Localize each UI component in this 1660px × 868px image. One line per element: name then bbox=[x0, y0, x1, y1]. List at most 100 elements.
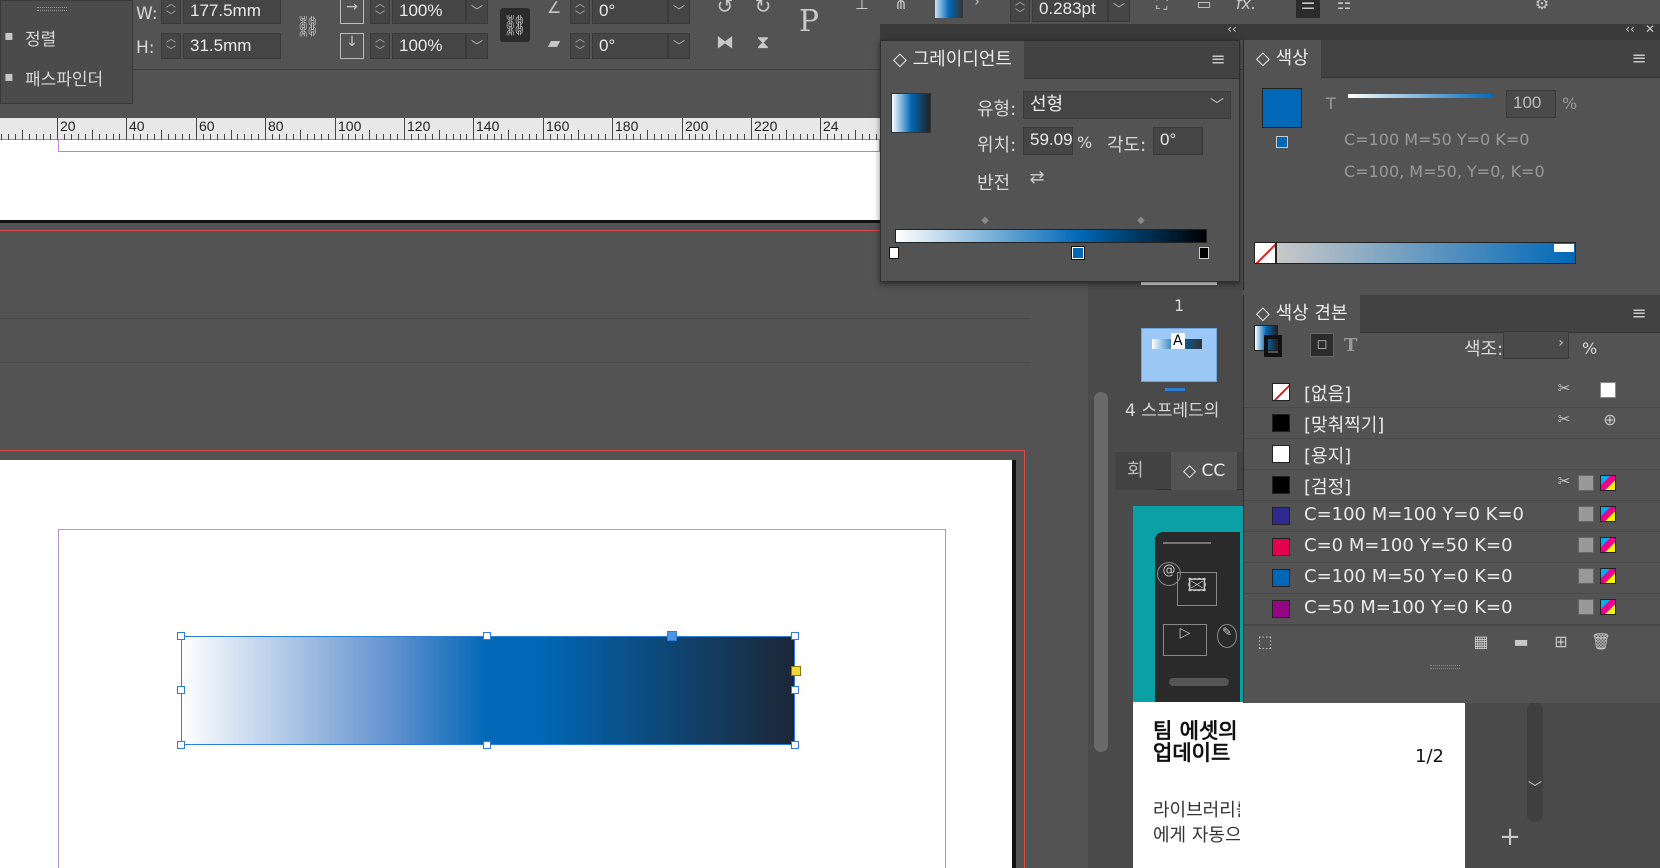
tint-slider[interactable] bbox=[1348, 94, 1494, 98]
flip-horizontal-icon[interactable]: ⧓ bbox=[712, 32, 738, 58]
rotate-dropdown[interactable]: ﹀ bbox=[668, 0, 690, 24]
gradient-preview-swatch[interactable] bbox=[891, 93, 931, 133]
align-panel-label[interactable]: 정렬 bbox=[25, 25, 56, 50]
horizontal-ruler[interactable]: 20 40 60 80 100 120 140 160 180 200 220 24 bbox=[0, 118, 880, 140]
reference-point-p-icon[interactable]: P bbox=[792, 4, 826, 44]
location-field[interactable]: 59.09 bbox=[1023, 127, 1073, 155]
folder-icon[interactable]: ▬ bbox=[1510, 632, 1532, 651]
pathfinder-panel-label[interactable]: 패스파인더 bbox=[25, 65, 103, 90]
new-color-group-icon[interactable]: ▦ bbox=[1470, 632, 1492, 651]
vertical-scrollbar[interactable] bbox=[1088, 282, 1115, 868]
handle-mid-right[interactable] bbox=[791, 686, 799, 694]
swatches-panel-menu-icon[interactable]: ≡ bbox=[1628, 303, 1650, 324]
handle-bottom-right[interactable] bbox=[791, 741, 799, 749]
tab-history[interactable]: 회 bbox=[1115, 452, 1156, 490]
stroke-stepper[interactable]: ︿ ﹀ bbox=[1010, 0, 1030, 22]
shear-stepper[interactable]: ︿ ﹀ bbox=[570, 33, 590, 59]
scale-x-stepper[interactable]: ︿ ﹀ bbox=[370, 0, 390, 24]
fitting-icon[interactable]: ⛶ bbox=[1150, 0, 1174, 18]
midpoint-diamond-1[interactable]: ◆ bbox=[979, 215, 991, 226]
fill-gradient-swatch-icon[interactable] bbox=[935, 0, 963, 18]
formatting-container-icon[interactable]: ◻ bbox=[1310, 333, 1334, 357]
handle-content-grabber[interactable] bbox=[667, 631, 677, 641]
swatch-row[interactable]: C=100 M=100 Y=0 K=0 bbox=[1244, 499, 1660, 532]
handle-top-right[interactable] bbox=[791, 632, 799, 640]
h-stepper[interactable]: ︿ ﹀ bbox=[161, 33, 181, 59]
scale-x-dropdown[interactable]: ﹀ bbox=[466, 0, 488, 24]
constrain-scale-icon[interactable]: ⛓ bbox=[500, 8, 530, 42]
align-left-icon[interactable]: ☰ bbox=[1296, 0, 1320, 18]
constrain-proportions-icon[interactable]: ⛓ bbox=[295, 14, 321, 40]
scrollbar-thumb[interactable] bbox=[1094, 392, 1108, 752]
h-field[interactable]: 31.5mm bbox=[183, 33, 281, 59]
rotate-field[interactable]: 0° bbox=[592, 0, 668, 24]
align-center-icon[interactable]: ☷ bbox=[1332, 0, 1356, 18]
reverse-gradient-icon[interactable]: ⇄ bbox=[1025, 167, 1049, 191]
rotate-stepper[interactable]: ︿ ﹀ bbox=[570, 0, 590, 24]
color-stop-end[interactable] bbox=[1199, 247, 1209, 259]
handle-mid-left[interactable] bbox=[177, 686, 185, 694]
handle-bottom-center[interactable] bbox=[483, 741, 491, 749]
scroll-down-icon[interactable]: ﹀ bbox=[1525, 778, 1545, 798]
swatch-row[interactable]: [검정] ✂ bbox=[1244, 468, 1660, 501]
gradient-panel-tab[interactable]: ◇ 그레이디언트 bbox=[881, 41, 1024, 79]
handle-bottom-left[interactable] bbox=[177, 741, 185, 749]
none-swatch-icon[interactable] bbox=[1254, 242, 1276, 264]
tint-chevron-icon[interactable]: › bbox=[1556, 335, 1566, 351]
swatches-panel-grip[interactable] bbox=[1430, 665, 1460, 669]
w-field[interactable]: 177.5mm bbox=[183, 0, 281, 24]
color-spectrum-ramp[interactable] bbox=[1276, 242, 1576, 264]
swatch-row[interactable]: [없음] ✂ bbox=[1244, 375, 1660, 408]
gradient-ramp[interactable] bbox=[895, 229, 1207, 243]
rotate-ccw-icon[interactable]: ↺ bbox=[712, 0, 738, 20]
scale-y-stepper[interactable]: ︿ ﹀ bbox=[370, 33, 390, 59]
tab-cc-libraries[interactable]: ◇ CC bbox=[1171, 452, 1238, 490]
swatch-row[interactable]: [맞춰찍기] ✂ ⊕ bbox=[1244, 406, 1660, 439]
midpoint-diamond-2[interactable]: ◆ bbox=[1135, 215, 1147, 226]
tint-field[interactable]: 100 bbox=[1506, 90, 1556, 118]
frame-icon[interactable]: ▭ bbox=[1192, 0, 1216, 18]
color-stop-start[interactable] bbox=[889, 247, 899, 259]
formatting-text-t-label[interactable]: T bbox=[1344, 335, 1357, 356]
collapse-arrows-icon[interactable]: ‹‹ bbox=[1222, 22, 1242, 36]
add-library-icon[interactable]: + bbox=[1495, 822, 1525, 852]
new-swatch-icon[interactable]: ⊞ bbox=[1550, 632, 1572, 651]
stroke-weight-field[interactable]: 0.283pt bbox=[1032, 0, 1108, 22]
color-stop-mid[interactable] bbox=[1071, 246, 1085, 260]
handle-top-left[interactable] bbox=[177, 632, 185, 640]
color-panel-menu-icon[interactable]: ≡ bbox=[1628, 48, 1650, 69]
swatch-row[interactable]: C=0 M=100 Y=50 K=0 bbox=[1244, 530, 1660, 563]
select-content-icon[interactable]: ⋔ bbox=[888, 0, 914, 16]
scale-y-dropdown[interactable]: ﹀ bbox=[466, 33, 488, 59]
delete-swatch-icon[interactable]: 🗑 bbox=[1590, 632, 1612, 651]
spectrum-white-chip[interactable] bbox=[1554, 244, 1574, 252]
selection-bounding-box[interactable] bbox=[181, 636, 795, 745]
swatch-row[interactable]: C=100 M=50 Y=0 K=0 bbox=[1244, 561, 1660, 594]
page-thumbnail[interactable]: A bbox=[1141, 328, 1217, 382]
rotate-cw-icon[interactable]: ↻ bbox=[750, 0, 776, 20]
fill-chevron-icon[interactable]: › bbox=[968, 0, 986, 16]
stroke-weight-dropdown[interactable]: ﹀ bbox=[1108, 0, 1130, 22]
show-all-swatches-icon[interactable]: ⬚ bbox=[1254, 632, 1276, 651]
swatch-row[interactable]: [용지] bbox=[1244, 437, 1660, 470]
effects-fx-icon[interactable]: fx. bbox=[1232, 0, 1260, 18]
fill-stroke-swap-stroke-icon[interactable] bbox=[1264, 335, 1282, 357]
select-container-icon[interactable]: ⊥ bbox=[850, 0, 874, 16]
shear-dropdown[interactable]: ﹀ bbox=[668, 33, 690, 59]
cc-scrollbar[interactable] bbox=[1527, 702, 1543, 822]
panel-menu-icon[interactable]: ≡ bbox=[1207, 49, 1229, 70]
gradient-type-select[interactable]: 선형 bbox=[1023, 91, 1231, 119]
handle-top-center[interactable] bbox=[483, 632, 491, 640]
settings-gear-icon[interactable]: ⚙ bbox=[1530, 0, 1554, 18]
scale-y-field[interactable]: 100% bbox=[392, 33, 466, 59]
angle-field[interactable]: 0° bbox=[1153, 127, 1203, 155]
color-panel-tab[interactable]: ◇ 색상 bbox=[1244, 40, 1321, 78]
shear-field[interactable]: 0° bbox=[592, 33, 668, 59]
scale-x-field[interactable]: 100% bbox=[392, 0, 466, 24]
flip-vertical-icon[interactable]: ⧗ bbox=[750, 32, 776, 58]
swatch-row[interactable]: C=50 M=100 Y=0 K=0 bbox=[1244, 592, 1660, 625]
handle-corner-option[interactable] bbox=[791, 666, 801, 676]
collapse-arrows-right-icon[interactable]: ‹‹ bbox=[1620, 22, 1640, 36]
w-stepper[interactable]: ︿ ﹀ bbox=[161, 0, 181, 24]
current-color-swatch[interactable] bbox=[1262, 88, 1302, 128]
